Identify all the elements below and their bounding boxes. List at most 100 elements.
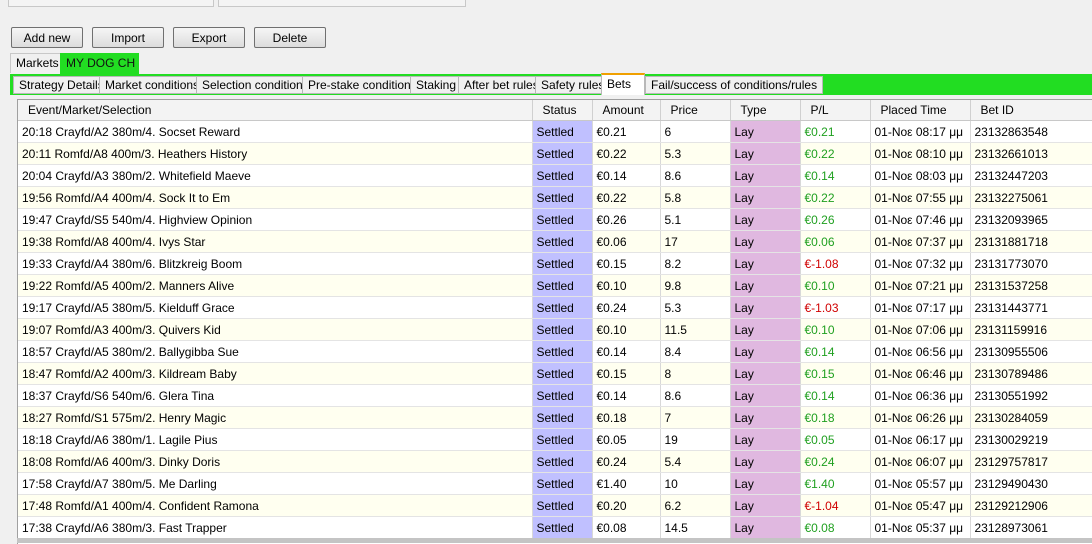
tab-strategy-details[interactable]: Strategy Details bbox=[13, 76, 110, 94]
table-row[interactable]: 19:22 Romfd/A5 400m/2. Manners Alive Sett… bbox=[18, 274, 1092, 297]
table-row[interactable]: 17:58 Crayfd/A7 380m/5. Me Darling Settle… bbox=[18, 472, 1092, 495]
cell-event: 17:48 Romfd/A1 400m/4. Confident Ramona bbox=[18, 494, 533, 517]
cell-status: Settled bbox=[532, 296, 593, 319]
cell-status: Settled bbox=[532, 362, 593, 385]
cell-placed-time: 01-Νοε 06:56 μμ bbox=[870, 340, 971, 363]
cell-event: 20:11 Romfd/A8 400m/3. Heathers History bbox=[18, 142, 533, 165]
cell-price: 6 bbox=[660, 120, 731, 143]
import-button[interactable]: Import bbox=[92, 27, 164, 48]
column-header-placed-time[interactable]: Placed Time bbox=[870, 100, 971, 121]
table-row[interactable]: 19:38 Romfd/A8 400m/4. Ivys Star Settled €… bbox=[18, 230, 1092, 253]
cell-price: 14.5 bbox=[660, 516, 731, 539]
column-header-type[interactable]: Type bbox=[730, 100, 801, 121]
export-button[interactable]: Export bbox=[173, 27, 245, 48]
cell-price: 5.3 bbox=[660, 296, 731, 319]
cell-type: Lay bbox=[730, 406, 801, 429]
cell-price: 17 bbox=[660, 230, 731, 253]
cell-bet-id: 23128973061 bbox=[970, 516, 1092, 539]
cell-amount: €0.06 bbox=[592, 230, 661, 253]
cell-pl: €0.05 bbox=[800, 428, 871, 451]
table-row[interactable]: 18:18 Crayfd/A6 380m/1. Lagile Pius Settl… bbox=[18, 428, 1092, 451]
table-row[interactable]: 19:07 Romfd/A3 400m/3. Quivers Kid Settle… bbox=[18, 318, 1092, 341]
table-row[interactable]: 20:11 Romfd/A8 400m/3. Heathers History S… bbox=[18, 142, 1092, 165]
cell-placed-time: 01-Νοε 05:37 μμ bbox=[870, 516, 971, 539]
top-panel-right bbox=[218, 0, 466, 7]
tab-pre-stake-conditions[interactable]: Pre-stake conditions bbox=[302, 76, 423, 94]
cell-event: 20:18 Crayfd/A2 380m/4. Socset Reward bbox=[18, 120, 533, 143]
column-header-status[interactable]: Status bbox=[532, 100, 593, 121]
cell-status: Settled bbox=[532, 450, 593, 473]
cell-amount: €0.14 bbox=[592, 340, 661, 363]
cell-status: Settled bbox=[532, 230, 593, 253]
tab-markets[interactable]: Markets bbox=[10, 53, 65, 73]
table-row[interactable]: 19:47 Crayfd/S5 540m/4. Highview Opinion… bbox=[18, 208, 1092, 231]
cell-placed-time: 01-Νοε 07:32 μμ bbox=[870, 252, 971, 275]
tab-my-dog[interactable]: MY DOG CH bbox=[60, 53, 139, 74]
cell-bet-id: 23132863548 bbox=[970, 120, 1092, 143]
table-row[interactable]: 18:57 Crayfd/A5 380m/2. Ballygibba Sue Se… bbox=[18, 340, 1092, 363]
cell-amount: €0.14 bbox=[592, 164, 661, 187]
cell-bet-id: 23132661013 bbox=[970, 142, 1092, 165]
column-header-amount[interactable]: Amount bbox=[592, 100, 661, 121]
table-row[interactable]: 17:48 Romfd/A1 400m/4. Confident Ramona S… bbox=[18, 494, 1092, 517]
cell-type: Lay bbox=[730, 494, 801, 517]
cell-pl: €0.14 bbox=[800, 164, 871, 187]
delete-button[interactable]: Delete bbox=[254, 27, 326, 48]
cell-event: 18:37 Crayfd/S6 540m/6. Glera Tina bbox=[18, 384, 533, 407]
cell-price: 8 bbox=[660, 362, 731, 385]
cell-amount: €0.22 bbox=[592, 186, 661, 209]
table-row[interactable]: 19:56 Romfd/A4 400m/4. Sock It to Em Sett… bbox=[18, 186, 1092, 209]
cell-pl: €0.21 bbox=[800, 120, 871, 143]
table-row[interactable]: 18:47 Romfd/A2 400m/3. Kildream Baby Sett… bbox=[18, 362, 1092, 385]
cell-pl: €0.22 bbox=[800, 142, 871, 165]
table-row[interactable]: 18:08 Romfd/A6 400m/3. Dinky Doris Settle… bbox=[18, 450, 1092, 473]
cell-placed-time: 01-Νοε 08:03 μμ bbox=[870, 164, 971, 187]
cell-bet-id: 23131159916 bbox=[970, 318, 1092, 341]
cell-placed-time: 01-Νοε 06:07 μμ bbox=[870, 450, 971, 473]
column-header-event[interactable]: Event/Market/Selection bbox=[18, 100, 533, 121]
cell-amount: €0.24 bbox=[592, 450, 661, 473]
bets-grid[interactable]: Event/Market/Selection Status Amount Price T… bbox=[17, 99, 1092, 544]
tab-market-conditions[interactable]: Market conditions bbox=[99, 76, 206, 94]
table-row[interactable]: 20:18 Crayfd/A2 380m/4. Socset Reward Set… bbox=[18, 120, 1092, 143]
table-row[interactable]: 18:37 Crayfd/S6 540m/6. Glera Tina Settle… bbox=[18, 384, 1092, 407]
cell-price: 10 bbox=[660, 472, 731, 495]
cell-amount: €0.24 bbox=[592, 296, 661, 319]
table-row[interactable]: 19:17 Crayfd/A5 380m/5. Kielduff Grace Se… bbox=[18, 296, 1092, 319]
cell-amount: €0.21 bbox=[592, 120, 661, 143]
cell-type: Lay bbox=[730, 362, 801, 385]
tab-staking[interactable]: Staking bbox=[410, 76, 463, 94]
horizontal-scrollbar[interactable] bbox=[17, 538, 1092, 543]
cell-event: 18:08 Romfd/A6 400m/3. Dinky Doris bbox=[18, 450, 533, 473]
table-row[interactable]: 17:38 Crayfd/A6 380m/3. Fast Trapper Sett… bbox=[18, 516, 1092, 539]
cell-type: Lay bbox=[730, 450, 801, 473]
add-new-button[interactable]: Add new bbox=[11, 27, 83, 48]
table-row[interactable]: 20:04 Crayfd/A3 380m/2. Whitefield Maeve… bbox=[18, 164, 1092, 187]
cell-placed-time: 01-Νοε 07:21 μμ bbox=[870, 274, 971, 297]
column-header-pl[interactable]: P/L bbox=[800, 100, 871, 121]
cell-type: Lay bbox=[730, 186, 801, 209]
cell-placed-time: 01-Νοε 05:57 μμ bbox=[870, 472, 971, 495]
cell-status: Settled bbox=[532, 428, 593, 451]
cell-placed-time: 01-Νοε 06:17 μμ bbox=[870, 428, 971, 451]
tab-safety-rules[interactable]: Safety rules bbox=[535, 76, 611, 94]
cell-bet-id: 23131443771 bbox=[970, 296, 1092, 319]
cell-pl: €0.14 bbox=[800, 340, 871, 363]
cell-price: 6.2 bbox=[660, 494, 731, 517]
cell-placed-time: 01-Νοε 06:46 μμ bbox=[870, 362, 971, 385]
cell-placed-time: 01-Νοε 06:26 μμ bbox=[870, 406, 971, 429]
tab-fail-success[interactable]: Fail/success of conditions/rules bbox=[645, 76, 824, 94]
tab-selection-conditions[interactable]: Selection conditions bbox=[196, 76, 315, 94]
cell-event: 19:22 Romfd/A5 400m/2. Manners Alive bbox=[18, 274, 533, 297]
table-row[interactable]: 18:27 Romfd/S1 575m/2. Henry Magic Settle… bbox=[18, 406, 1092, 429]
column-header-bet-id[interactable]: Bet ID bbox=[970, 100, 1092, 121]
cell-event: 18:27 Romfd/S1 575m/2. Henry Magic bbox=[18, 406, 533, 429]
cell-pl: €0.24 bbox=[800, 450, 871, 473]
tab-bets[interactable]: Bets bbox=[601, 73, 645, 95]
cell-event: 19:33 Crayfd/A4 380m/6. Blitzkreig Boom bbox=[18, 252, 533, 275]
cell-status: Settled bbox=[532, 494, 593, 517]
column-header-price[interactable]: Price bbox=[660, 100, 731, 121]
cell-status: Settled bbox=[532, 186, 593, 209]
tab-after-bet-rules[interactable]: After bet rules bbox=[458, 76, 545, 94]
table-row[interactable]: 19:33 Crayfd/A4 380m/6. Blitzkreig Boom S… bbox=[18, 252, 1092, 275]
